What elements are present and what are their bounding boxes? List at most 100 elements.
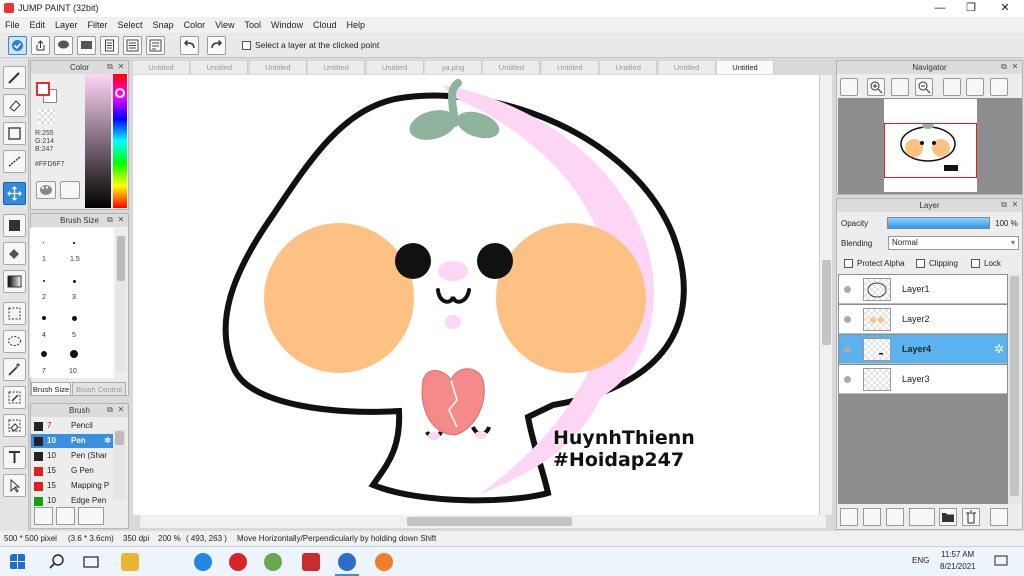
brush-menu-button[interactable] <box>78 507 104 525</box>
coccoc-icon[interactable] <box>338 553 356 571</box>
clock-time[interactable]: 11:57 AM <box>941 550 974 559</box>
file-explorer-icon[interactable] <box>121 553 139 571</box>
rect-select-tool[interactable] <box>3 122 26 145</box>
text-tool[interactable] <box>3 446 26 469</box>
scrollbar-thumb[interactable] <box>822 260 831 345</box>
document-tab[interactable]: Untitled <box>133 61 190 74</box>
opacity-slider[interactable] <box>887 217 990 229</box>
brush-tool[interactable] <box>3 66 26 89</box>
document-tab[interactable]: Untitled <box>249 61 307 74</box>
panel-close-icon[interactable]: ✕ <box>1010 62 1020 72</box>
reset-rotation-button[interactable] <box>966 78 984 96</box>
notification-icon[interactable] <box>994 555 1008 568</box>
bucket-tool[interactable] <box>3 242 26 265</box>
document-tab[interactable]: Untitled <box>483 61 541 74</box>
scrollbar-thumb[interactable] <box>117 236 125 281</box>
brush-item[interactable]: 15 Mapping P <box>31 479 113 493</box>
zoom-in-button[interactable] <box>867 78 885 96</box>
language-indicator[interactable]: ENG <box>912 556 929 565</box>
new-layer-1bit-button[interactable] <box>886 508 904 526</box>
eraser-tool[interactable] <box>3 94 26 117</box>
magic-wand-tool[interactable] <box>3 358 26 381</box>
document-tab[interactable]: Untitled <box>717 61 774 74</box>
rotate-left-button[interactable] <box>943 78 961 96</box>
scrollbar-thumb[interactable] <box>1010 276 1019 496</box>
rotate-right-button[interactable] <box>990 78 1008 96</box>
fit-window-button[interactable] <box>891 78 909 96</box>
brush-size-dot[interactable] <box>43 242 44 243</box>
tab-brush-size[interactable]: Brush Size <box>31 382 71 396</box>
menu-file[interactable]: File <box>0 17 25 33</box>
document-tab[interactable]: ya.png <box>425 61 482 74</box>
new-layer-8bit-button[interactable] <box>863 508 881 526</box>
brush-item[interactable]: 15 G Pen <box>31 464 113 478</box>
settings-list-button[interactable] <box>146 36 165 55</box>
comment-button[interactable] <box>54 36 73 55</box>
redo-button[interactable] <box>207 36 226 55</box>
canvas-horizontal-scrollbar[interactable] <box>140 515 826 528</box>
layer-list-scrollbar[interactable] <box>1008 274 1021 504</box>
brush-size-dot[interactable] <box>70 350 78 358</box>
panel-close-icon[interactable]: ✕ <box>116 62 126 72</box>
jump-paint-taskbar-icon[interactable] <box>302 553 320 571</box>
app-icon[interactable] <box>264 553 282 571</box>
zalo-icon[interactable] <box>194 553 212 571</box>
brush-size-dot[interactable] <box>42 316 46 320</box>
transparent-color-swatch[interactable] <box>38 109 55 124</box>
menu-window[interactable]: Window <box>266 17 308 33</box>
new-folder-button[interactable] <box>939 508 957 526</box>
task-view-icon[interactable] <box>82 553 100 571</box>
menu-tool[interactable]: Tool <box>239 17 266 33</box>
menu-view[interactable]: View <box>210 17 239 33</box>
popout-icon[interactable]: ⧉ <box>105 405 115 415</box>
menu-layer[interactable]: Layer <box>50 17 83 33</box>
opera-icon[interactable] <box>229 553 247 571</box>
list-button[interactable] <box>123 36 142 55</box>
protect-alpha-checkbox[interactable] <box>844 259 853 268</box>
popout-icon[interactable]: ⧉ <box>105 62 115 72</box>
select-pen-tool[interactable] <box>3 386 26 409</box>
document-tab[interactable]: Untitled <box>600 61 658 74</box>
brush-list-scrollbar[interactable] <box>113 429 126 499</box>
document-tab[interactable]: Untitled <box>658 61 716 74</box>
select-layer-checkbox[interactable] <box>242 41 251 50</box>
menu-filter[interactable]: Filter <box>83 17 113 33</box>
eye-icon[interactable] <box>844 376 851 383</box>
navigator-view-rect[interactable] <box>884 123 977 178</box>
panel-close-icon[interactable]: ✕ <box>116 405 126 415</box>
share-button[interactable] <box>31 36 50 55</box>
lasso-tool[interactable] <box>3 330 26 353</box>
eye-icon[interactable] <box>844 316 851 323</box>
line-tool[interactable] <box>3 150 26 173</box>
move-tool[interactable] <box>3 182 26 205</box>
marquee-tool[interactable] <box>3 302 26 325</box>
menu-cloud[interactable]: Cloud <box>308 17 342 33</box>
menu-help[interactable]: Help <box>342 17 371 33</box>
fill-rect-tool[interactable] <box>3 214 26 237</box>
canvas-vertical-scrollbar[interactable] <box>819 75 832 515</box>
hue-slider-handle[interactable] <box>115 88 125 98</box>
layer-menu-button[interactable] <box>909 508 935 526</box>
new-brush-button[interactable] <box>56 507 75 525</box>
eye-icon[interactable] <box>844 286 851 293</box>
delete-layer-button[interactable] <box>962 508 980 526</box>
gradient-tool[interactable] <box>3 270 26 293</box>
merge-down-button[interactable] <box>990 508 1008 526</box>
brush-item[interactable]: 10 Pen ✲ <box>31 434 113 448</box>
zoom-actual-button[interactable] <box>840 78 858 96</box>
blending-select[interactable]: Normal ▾ <box>888 236 1019 250</box>
clock-date[interactable]: 8/21/2021 <box>940 562 976 571</box>
panel-close-icon[interactable]: ✕ <box>116 215 126 225</box>
menu-snap[interactable]: Snap <box>148 17 179 33</box>
maximize-button[interactable]: ❐ <box>956 0 986 17</box>
search-icon[interactable] <box>48 553 66 571</box>
layer-row[interactable]: Layer2 <box>839 305 1007 334</box>
operation-tool[interactable] <box>3 474 26 497</box>
minimize-button[interactable]: — <box>925 0 955 17</box>
popout-icon[interactable]: ⧉ <box>999 200 1009 210</box>
layer-row[interactable]: Layer1 <box>839 275 1007 304</box>
document-button[interactable] <box>100 36 119 55</box>
brush-item[interactable]: 10 Pen (Shar <box>31 449 113 463</box>
navigator-viewport[interactable] <box>838 98 1022 194</box>
brush-size-dot[interactable] <box>73 280 76 283</box>
